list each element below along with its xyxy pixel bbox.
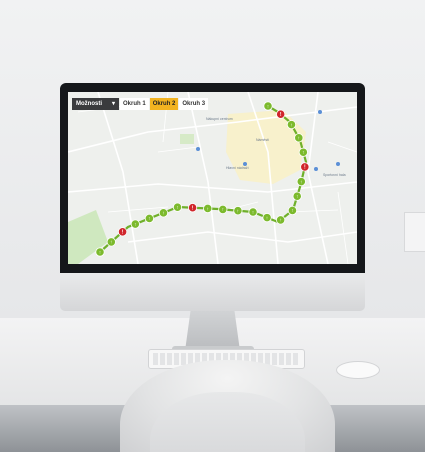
wall-switch	[404, 212, 425, 252]
warning-marker-icon[interactable]: !	[187, 203, 198, 213]
svg-text:↑: ↑	[99, 250, 102, 256]
map-toolbar: Možnosti ▾ Okruh 1 Okruh 2 Okruh 3	[72, 98, 209, 110]
route-marker-icon[interactable]: ↑	[287, 205, 298, 216]
tab-okruh-3[interactable]: Okruh 3	[179, 98, 209, 110]
route-marker-icon[interactable]: ↑	[172, 202, 183, 212]
map-label: Hlavní nádraží	[226, 166, 249, 170]
svg-text:↑: ↑	[134, 222, 137, 228]
map-label: Nákupní centrum	[206, 117, 233, 121]
monitor-bezel: ↑ ↑! ↑ ↑ ↑ ↑! ↑ ↑ ↑ ↑ ↑ ↑ ↑ ↑ ↑! ↑ ↑ ↑! ↑ Nákupní centrum …	[60, 83, 365, 273]
route-marker-icon[interactable]: ↑	[248, 207, 258, 217]
svg-text:↑: ↑	[176, 205, 179, 211]
route-marker-icon[interactable]: ↑	[233, 206, 243, 216]
svg-text:↑: ↑	[302, 150, 305, 156]
route-marker-icon[interactable]: ↑	[294, 133, 304, 143]
svg-text:↑: ↑	[279, 218, 282, 224]
warning-marker-icon[interactable]: !	[300, 162, 310, 172]
tab-okruh-1[interactable]: Okruh 1	[120, 98, 149, 110]
svg-text:↑: ↑	[252, 210, 255, 216]
route-marker-icon[interactable]: ↑	[203, 203, 213, 214]
route-marker-icon[interactable]: ↑	[158, 208, 169, 218]
route-marker-icon[interactable]: ↑	[144, 213, 154, 224]
svg-text:↑: ↑	[162, 211, 165, 217]
route-marker-icon[interactable]: ↑	[106, 237, 116, 247]
route-marker-icon[interactable]: ↑	[218, 204, 228, 215]
warning-marker-icon[interactable]: !	[117, 227, 128, 237]
monitor-stand	[185, 311, 240, 351]
monitor-chin	[60, 273, 365, 311]
route-marker-icon[interactable]: ↑	[262, 213, 272, 223]
route-marker-icon[interactable]: ↑	[130, 219, 140, 229]
route-marker-icon[interactable]: ↑	[95, 247, 105, 257]
map-label: Náměstí	[256, 138, 270, 142]
route-marker-icon[interactable]: ↑	[276, 215, 286, 225]
svg-text:↑: ↑	[222, 207, 225, 213]
options-dropdown[interactable]: Možnosti ▾	[72, 98, 120, 110]
svg-text:↑: ↑	[206, 206, 209, 212]
warning-marker-icon[interactable]: !	[276, 109, 286, 119]
options-label: Možnosti	[76, 101, 102, 107]
svg-text:↑: ↑	[300, 179, 303, 185]
svg-text:↑: ↑	[296, 194, 299, 200]
route-marker-icon[interactable]: ↑	[263, 101, 273, 111]
route-marker-icon[interactable]: ↑	[292, 191, 302, 201]
svg-text:↑: ↑	[290, 122, 293, 128]
route-marker-icon[interactable]: ↑	[296, 177, 306, 187]
route-marker-icon[interactable]: ↑	[298, 147, 308, 157]
svg-text:↑: ↑	[110, 240, 113, 246]
svg-text:↑: ↑	[148, 216, 151, 222]
svg-text:↑: ↑	[298, 136, 301, 142]
mouse	[336, 361, 380, 379]
map-label: Sportovní hala	[323, 173, 346, 177]
svg-text:↑: ↑	[266, 215, 269, 221]
map-screen[interactable]: ↑ ↑! ↑ ↑ ↑ ↑! ↑ ↑ ↑ ↑ ↑ ↑ ↑ ↑ ↑! ↑ ↑ ↑! ↑ Nákupní centrum …	[68, 92, 357, 264]
chevron-down-icon: ▾	[112, 101, 116, 107]
tab-okruh-2[interactable]: Okruh 2	[149, 98, 179, 110]
route-marker-icon[interactable]: ↑	[286, 120, 297, 130]
svg-text:↑: ↑	[291, 208, 294, 214]
svg-text:↑: ↑	[237, 209, 240, 215]
imac-monitor: ↑ ↑! ↑ ↑ ↑ ↑! ↑ ↑ ↑ ↑ ↑ ↑ ↑ ↑ ↑! ↑ ↑ ↑! ↑ Nákupní centrum …	[60, 83, 365, 311]
svg-text:↑: ↑	[267, 104, 270, 110]
